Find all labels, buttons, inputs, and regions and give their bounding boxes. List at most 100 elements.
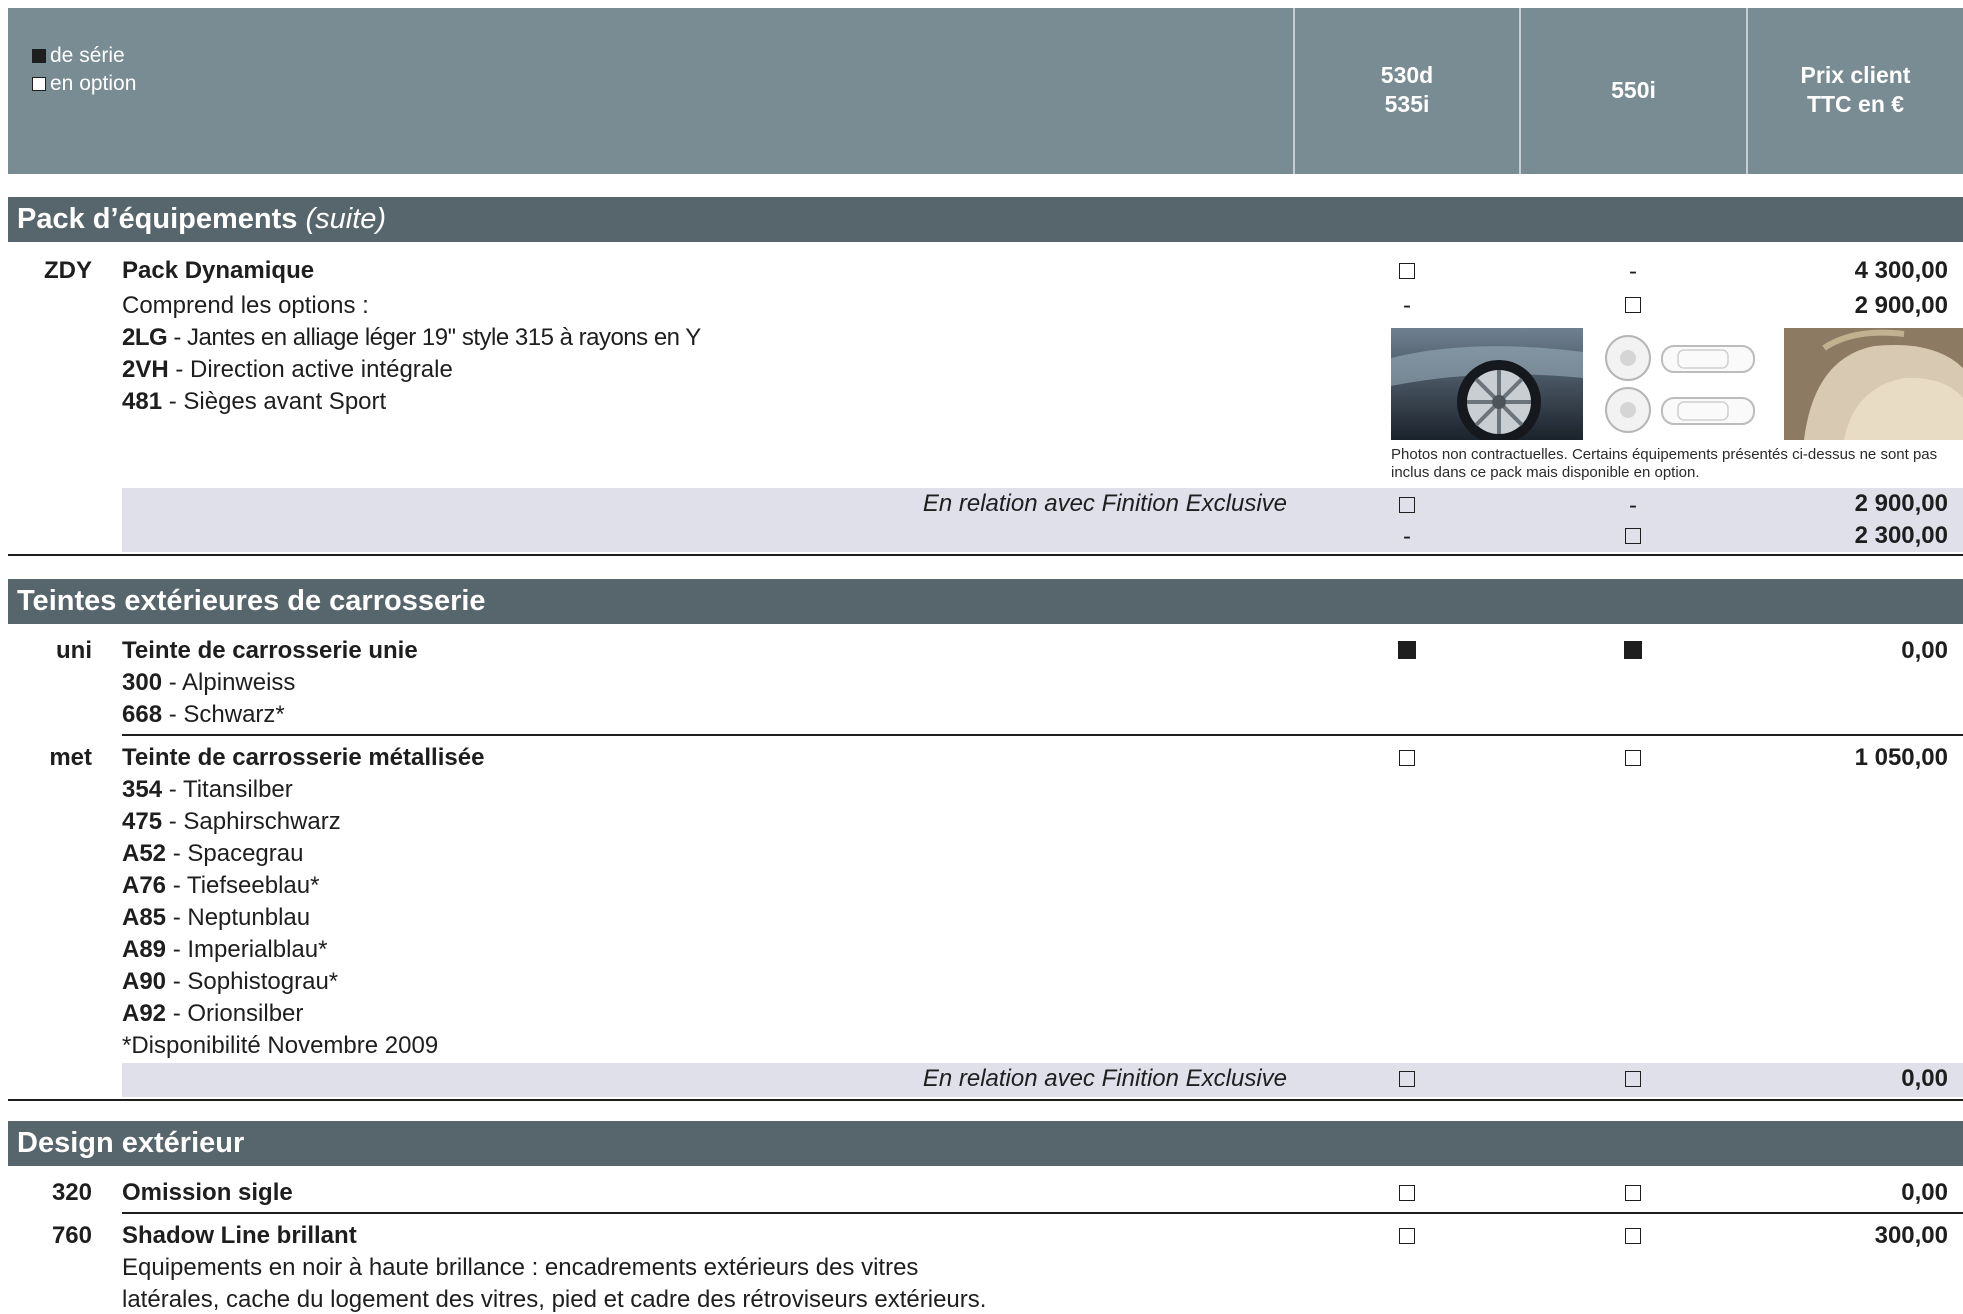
item-text: - Direction active intégrale — [168, 356, 453, 383]
cell-530d-option — [1377, 1068, 1437, 1092]
item-code: 481 — [122, 388, 163, 415]
item-text: - Sophistograu* — [166, 968, 339, 995]
item-code: A52 — [122, 840, 167, 867]
section-band-pack: Pack d’équipements (suite) — [8, 197, 1963, 242]
option-title: Teinte de carrosserie unie — [122, 637, 418, 665]
option-item: 2VH - Direction active intégrale — [122, 356, 453, 384]
option-item: 2LG - Jantes en alliage léger 19'' style… — [122, 324, 701, 352]
column-header-550i: 550i — [1611, 77, 1656, 103]
column-label: TTC en € — [1806, 91, 1905, 117]
color-item: 668 - Schwarz* — [122, 701, 285, 729]
section-title: Design extérieur — [17, 1127, 245, 1159]
empty-square-icon — [1625, 297, 1641, 313]
cell-550i-option — [1603, 1182, 1663, 1206]
option-code: 320 — [51, 1179, 92, 1206]
item-code: 354 — [122, 776, 163, 803]
section-divider — [8, 554, 1963, 556]
color-item: A89 - Imperialblau* — [122, 936, 327, 964]
color-item: A92 - Orionsilber — [122, 1000, 303, 1028]
empty-square-icon — [32, 77, 46, 91]
legend-standard-label: de série — [50, 44, 125, 67]
item-code: A76 — [122, 872, 167, 899]
price: 1 050,00 — [1854, 744, 1948, 771]
item-text: - Spacegrau — [166, 840, 304, 867]
item-code: A92 — [122, 1000, 167, 1027]
option-title-text: Shadow Line brillant — [122, 1222, 357, 1249]
price: 300,00 — [1874, 1222, 1948, 1249]
sport-seat-photo — [1784, 328, 1963, 440]
empty-square-icon — [1399, 263, 1415, 279]
section-title: Pack d’équipements (suite) — [8, 203, 386, 235]
color-item: 475 - Saphirschwarz — [122, 808, 341, 836]
option-title: Shadow Line brillant — [122, 1222, 357, 1250]
item-text: - Saphirschwarz — [162, 808, 341, 835]
price: 4 300,00 — [1854, 257, 1948, 284]
option-code: 760 — [51, 1222, 92, 1249]
column-header-530d-535i: 530d 535i — [1295, 61, 1519, 119]
option-title: Pack Dynamique — [122, 257, 314, 285]
row-divider — [122, 1212, 1963, 1214]
column-label: 530d — [1380, 62, 1434, 88]
item-code: 2LG — [122, 324, 168, 351]
empty-square-icon — [1399, 750, 1415, 766]
cell-530d-option — [1377, 1225, 1437, 1249]
price: 2 900,00 — [1854, 292, 1948, 319]
item-code: 475 — [122, 808, 163, 835]
empty-square-icon — [1625, 1228, 1641, 1244]
section-title: Teintes extérieures de carrosserie — [17, 585, 486, 617]
section-band-design: Design extérieur — [8, 1121, 1963, 1166]
item-text: - Jantes en alliage léger 19'' style 315… — [167, 324, 701, 351]
filled-square-icon — [1624, 641, 1642, 659]
item-code: 2VH — [122, 356, 169, 383]
legend-option-label: en option — [50, 72, 137, 95]
empty-square-icon — [1399, 1228, 1415, 1244]
empty-square-icon — [1625, 1071, 1641, 1087]
price: 2 900,00 — [1854, 490, 1948, 517]
disclaimer-line: inclus dans ce pack mais disponible en o… — [1391, 464, 1700, 481]
option-title-text: Pack Dynamique — [122, 257, 315, 284]
option-subtitle: Comprend les options : — [122, 292, 369, 319]
cell-530d-option — [1377, 260, 1437, 284]
photo-disclaimer: Photos non contractuelles. Certains équi… — [1391, 446, 1937, 482]
empty-square-icon — [1399, 1185, 1415, 1201]
relation-label: En relation avec Finition Exclusive — [922, 1065, 1287, 1092]
wheel-photo — [1391, 328, 1583, 440]
item-text: - Schwarz* — [162, 701, 285, 728]
column-header-price: Prix client TTC en € — [1748, 61, 1963, 119]
color-item: A90 - Sophistograu* — [122, 968, 338, 996]
option-description: latérales, cache du logement des vitres,… — [122, 1286, 987, 1313]
cell-530d-dash: - — [1403, 292, 1411, 319]
item-code: A90 — [122, 968, 167, 995]
item-code: A85 — [122, 904, 167, 931]
availability-note: *Disponibilité Novembre 2009 — [122, 1032, 439, 1059]
empty-square-icon — [1625, 750, 1641, 766]
item-text: - Tiefseeblau* — [166, 872, 320, 899]
column-label: 535i — [1384, 91, 1430, 117]
legend: de série en option — [32, 42, 136, 98]
empty-square-icon — [1399, 1071, 1415, 1087]
option-title: Omission sigle — [122, 1179, 293, 1207]
option-title-text: Teinte de carrosserie unie — [122, 637, 418, 664]
item-code: 300 — [122, 669, 163, 696]
empty-square-icon — [1625, 528, 1641, 544]
column-label: Prix client — [1800, 62, 1911, 88]
color-item: A76 - Tiefseeblau* — [122, 872, 319, 900]
cell-550i-option — [1603, 1225, 1663, 1249]
cell-550i-option — [1603, 525, 1663, 549]
cell-550i-option — [1603, 747, 1663, 771]
section-band-teintes: Teintes extérieures de carrosserie — [8, 579, 1963, 624]
option-code: uni — [56, 637, 92, 664]
empty-square-icon — [1625, 1185, 1641, 1201]
table-header: de série en option 530d 535i 550i Prix c… — [8, 8, 1963, 174]
option-item: 481 - Sièges avant Sport — [122, 388, 386, 416]
option-title: Teinte de carrosserie métallisée — [122, 744, 484, 772]
relation-label: En relation avec Finition Exclusive — [922, 490, 1287, 517]
item-text: - Orionsilber — [166, 1000, 304, 1027]
car-diagram-image — [1596, 328, 1768, 440]
cell-530d-option — [1377, 1182, 1437, 1206]
price: 0,00 — [1901, 1179, 1948, 1206]
item-text: - Alpinweiss — [162, 669, 296, 696]
item-text: - Neptunblau — [166, 904, 311, 931]
cell-550i-dash: - — [1629, 258, 1637, 285]
section-title-suffix: (suite) — [305, 203, 387, 235]
